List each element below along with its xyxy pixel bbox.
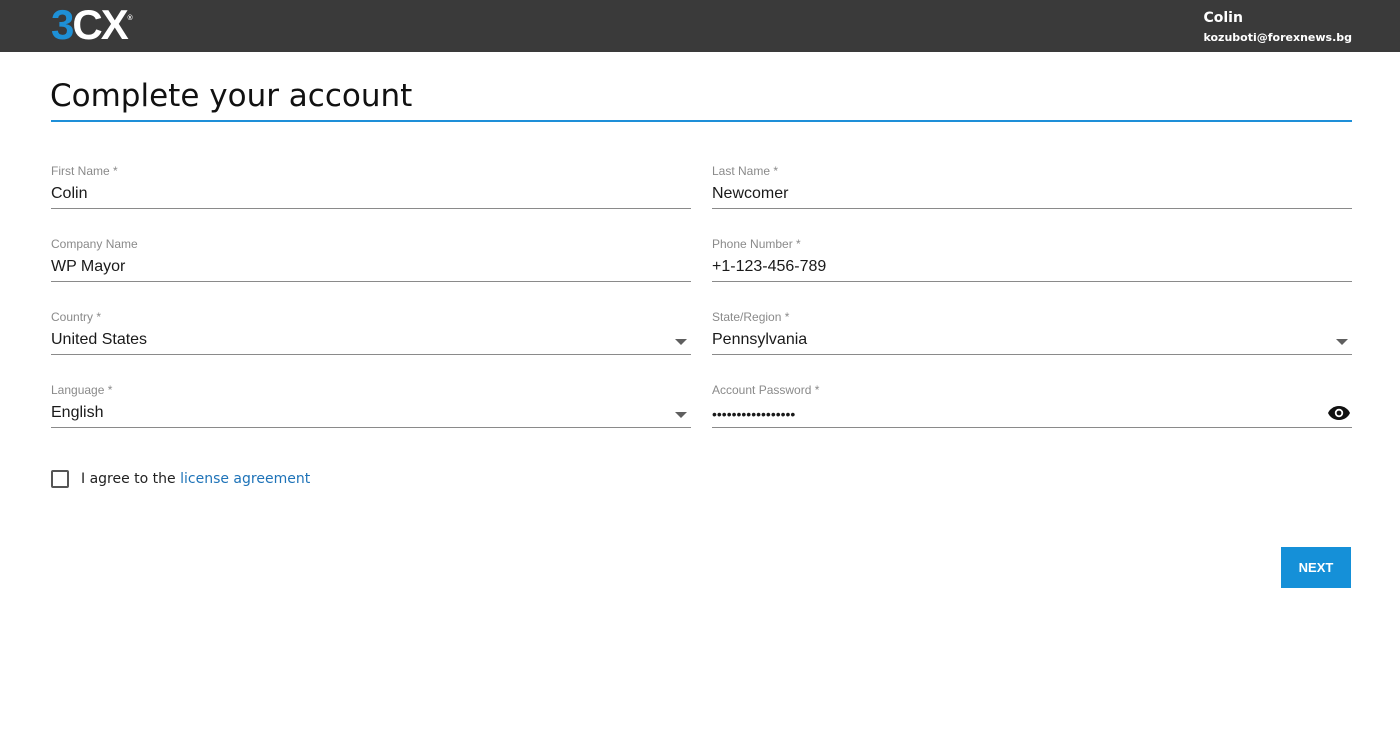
phone-number-label: Phone Number * <box>712 237 801 251</box>
license-agreement-row: I agree to the license agreement <box>51 469 310 489</box>
first-name-label: First Name * <box>51 164 118 178</box>
next-button[interactable]: NEXT <box>1281 547 1351 588</box>
logo-cx: CX ® <box>72 1 132 48</box>
user-name: Colin <box>1203 10 1243 26</box>
language-value: English <box>51 404 104 421</box>
account-password-label: Account Password * <box>712 383 820 397</box>
top-bar: 3 CX ® Colin kozuboti@forexnews.bg <box>0 0 1400 52</box>
chevron-down-icon[interactable] <box>675 412 687 418</box>
license-agreement-link[interactable]: license agreement <box>180 471 310 487</box>
license-agreement-text: I agree to the license agreement <box>81 471 310 487</box>
3cx-logo[interactable]: 3 CX ® <box>51 1 133 48</box>
logo-three: 3 <box>51 1 74 48</box>
last-name-label: Last Name * <box>712 164 779 178</box>
country-value: United States <box>51 331 148 348</box>
account-password-field[interactable]: Account Password * ••••••••••••••••• <box>712 383 1352 428</box>
user-email: kozuboti@forexnews.bg <box>1203 31 1352 44</box>
title-divider <box>51 120 1352 122</box>
state-region-select[interactable]: State/Region * Pennsylvania <box>712 310 1352 355</box>
logo-registered-mark: ® <box>127 15 133 22</box>
first-name-input[interactable] <box>51 184 651 204</box>
eye-icon[interactable] <box>1327 405 1351 421</box>
phone-number-field[interactable]: Phone Number * <box>712 237 1352 282</box>
state-region-label: State/Region * <box>712 310 790 324</box>
last-name-field[interactable]: Last Name * <box>712 164 1352 209</box>
password-input[interactable]: ••••••••••••••••• <box>712 405 795 423</box>
license-agreement-checkbox[interactable] <box>51 470 69 488</box>
language-select[interactable]: Language * English <box>51 383 691 428</box>
country-select[interactable]: Country * United States <box>51 310 691 355</box>
company-name-label: Company Name <box>51 237 138 251</box>
country-label: Country * <box>51 310 102 324</box>
language-label: Language * <box>51 383 113 397</box>
last-name-input[interactable] <box>712 184 1312 204</box>
chevron-down-icon[interactable] <box>1336 339 1348 345</box>
page-title: Complete your account <box>50 78 413 114</box>
state-region-value: Pennsylvania <box>712 331 808 348</box>
first-name-field[interactable]: First Name * <box>51 164 691 209</box>
agree-prefix: I agree to the <box>81 471 181 487</box>
phone-number-input[interactable] <box>712 257 1312 277</box>
company-name-input[interactable] <box>51 257 651 277</box>
logo-cx-text: CX <box>72 1 128 48</box>
chevron-down-icon[interactable] <box>675 339 687 345</box>
user-info[interactable]: Colin kozuboti@forexnews.bg <box>1203 9 1352 47</box>
company-name-field[interactable]: Company Name <box>51 237 691 282</box>
